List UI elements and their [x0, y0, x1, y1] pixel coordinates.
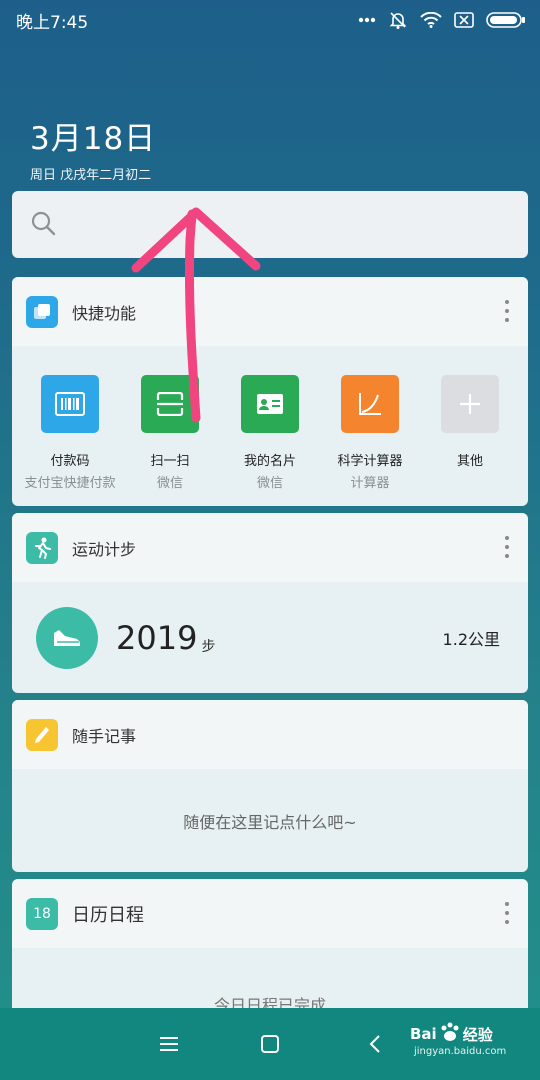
lunar-date: 周日 戊戌年二月初二 — [30, 168, 152, 183]
running-icon — [26, 531, 58, 564]
back-icon — [369, 1035, 380, 1053]
notes-card[interactable]: 随手记事 随便在这里记点什么吧~ — [12, 700, 528, 872]
watermark-brand: Bai — [410, 1025, 437, 1043]
quick-functions-icon — [26, 295, 58, 328]
status-bar: 晚上7:45 — [0, 0, 540, 40]
step-counter-title: 运动计步 — [72, 539, 137, 559]
step-unit: 步 — [201, 639, 216, 655]
quick-functions-title: 快捷功能 — [72, 303, 137, 323]
calendar-body: 今日日程已完成 — [12, 948, 528, 1008]
barcode-icon — [41, 375, 99, 433]
step-distance: 1.2公里 — [442, 630, 500, 649]
calendar-title: 日历日程 — [72, 904, 144, 926]
step-count: 2019 — [116, 619, 198, 657]
shortcut-list: 付款码 支付宝快捷付款 扫一扫 微信 我的名片 微信 科学计算器 计算器 其他 — [12, 346, 528, 491]
home-button[interactable] — [251, 1030, 289, 1058]
shortcut-business-card[interactable]: 我的名片 微信 — [220, 375, 320, 491]
shortcut-label: 科学计算器 — [337, 454, 403, 469]
shortcut-sublabel: 计算器 — [350, 476, 390, 491]
more-options-icon[interactable] — [504, 300, 510, 324]
paw-icon — [439, 1022, 461, 1046]
date-block: 3月18日 周日 戊戌年二月初二 — [30, 113, 156, 183]
notes-title: 随手记事 — [72, 726, 137, 746]
pencil-icon — [26, 718, 58, 751]
calendar-message: 今日日程已完成 — [213, 996, 326, 1008]
shortcut-payment-code[interactable]: 付款码 支付宝快捷付款 — [20, 375, 120, 491]
more-dots-icon — [358, 17, 376, 23]
shortcut-sublabel: 支付宝快捷付款 — [24, 476, 116, 491]
watermark-title: Bai 经验 — [410, 1022, 506, 1046]
shortcut-scan[interactable]: 扫一扫 微信 — [120, 375, 220, 491]
shortcut-label: 付款码 — [50, 454, 90, 469]
shoe-icon — [36, 607, 98, 669]
more-options-icon[interactable] — [504, 902, 510, 926]
step-counter-body: 2019 步 1.2公里 — [12, 582, 528, 693]
step-counter-card[interactable]: 运动计步 2019 步 1.2公里 — [12, 513, 528, 693]
step-counter-header: 运动计步 — [12, 513, 528, 582]
status-time: 晚上7:45 — [16, 12, 89, 33]
shortcut-sublabel: 微信 — [256, 476, 283, 491]
shortcut-label: 其他 — [456, 454, 483, 469]
wifi-icon — [420, 12, 442, 28]
watermark-suffix: 经验 — [462, 1025, 493, 1044]
date-main: 3月18日 — [30, 121, 157, 157]
more-options-icon[interactable] — [504, 536, 510, 560]
notes-placeholder[interactable]: 随便在这里记点什么吧~ — [12, 769, 528, 872]
shortcut-other[interactable]: 其他 — [420, 375, 520, 491]
mute-icon — [388, 10, 408, 30]
home-icon — [261, 1035, 279, 1053]
calendar-icon-day: 18 — [33, 905, 51, 922]
shortcut-calculator[interactable]: 科学计算器 计算器 — [320, 375, 420, 491]
notes-header: 随手记事 — [12, 700, 528, 769]
shortcut-label: 扫一扫 — [150, 454, 190, 469]
menu-button[interactable] — [150, 1030, 188, 1058]
baidu-watermark: Bai 经验 jingyan.baidu.com — [410, 1022, 506, 1057]
menu-icon — [160, 1037, 178, 1051]
back-button[interactable] — [356, 1030, 394, 1058]
quick-functions-header: 快捷功能 — [12, 277, 528, 346]
scan-icon — [141, 375, 199, 433]
status-icons — [358, 10, 526, 30]
calendar-icon: 18 — [26, 897, 58, 930]
search-bar[interactable] — [12, 191, 528, 258]
sim-off-icon — [454, 12, 474, 28]
shortcut-label: 我的名片 — [243, 454, 296, 469]
calendar-header: 18 日历日程 — [12, 879, 528, 948]
watermark-url: jingyan.baidu.com — [414, 1046, 507, 1057]
shortcut-sublabel: 微信 — [156, 476, 183, 491]
quick-functions-card: 快捷功能 付款码 支付宝快捷付款 扫一扫 微信 我的名片 微信 科学计算器 计算… — [12, 277, 528, 506]
battery-icon — [486, 12, 526, 28]
calculator-icon — [341, 375, 399, 433]
calendar-card[interactable]: 18 日历日程 今日日程已完成 — [12, 879, 528, 1008]
search-icon — [30, 210, 56, 240]
plus-icon — [441, 375, 499, 433]
business-card-icon — [241, 375, 299, 433]
